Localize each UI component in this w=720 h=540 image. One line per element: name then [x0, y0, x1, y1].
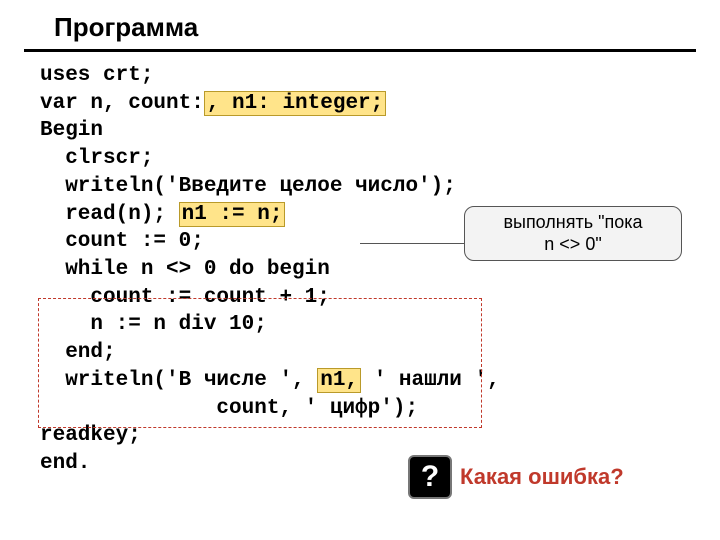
callout-note: выполнять "пока n <> 0": [464, 206, 682, 261]
question-mark-icon: ?: [408, 455, 452, 499]
question-text: Какая ошибка?: [460, 464, 624, 490]
code-line: writeln('В числе ', n1, ' нашли ',: [40, 367, 690, 395]
code-line: writeln('Введите целое число');: [40, 173, 690, 201]
code-line: clrscr;: [40, 145, 690, 173]
code-line: end;: [40, 339, 690, 367]
code-line: count := count + 1;: [40, 284, 690, 312]
code-line: var n, count:, n1: integer;: [40, 90, 690, 118]
highlight-n1-decl: , n1: integer;: [204, 91, 386, 116]
code-line: Begin: [40, 117, 690, 145]
highlight-n1-out: n1,: [317, 368, 361, 393]
code-text: read(n);: [40, 203, 179, 226]
code-text: writeln('В числе ',: [40, 369, 305, 392]
code-line: count, ' цифр');: [40, 395, 690, 423]
callout-text-2: n <> 0": [473, 234, 673, 256]
slide-title: Программа: [24, 0, 696, 52]
highlight-n1-assign: n1 := n;: [179, 202, 286, 227]
code-text: ' нашли ',: [374, 369, 500, 392]
code-line: readkey;: [40, 422, 690, 450]
callout-connector: [360, 243, 480, 245]
code-line: uses crt;: [40, 62, 690, 90]
code-block: uses crt; var n, count:, n1: integer; Be…: [40, 62, 690, 478]
code-text: var n, count:: [40, 92, 204, 115]
code-line: n := n div 10;: [40, 311, 690, 339]
callout-text-1: выполнять "пока: [473, 212, 673, 234]
question-block: ? Какая ошибка?: [408, 455, 624, 499]
